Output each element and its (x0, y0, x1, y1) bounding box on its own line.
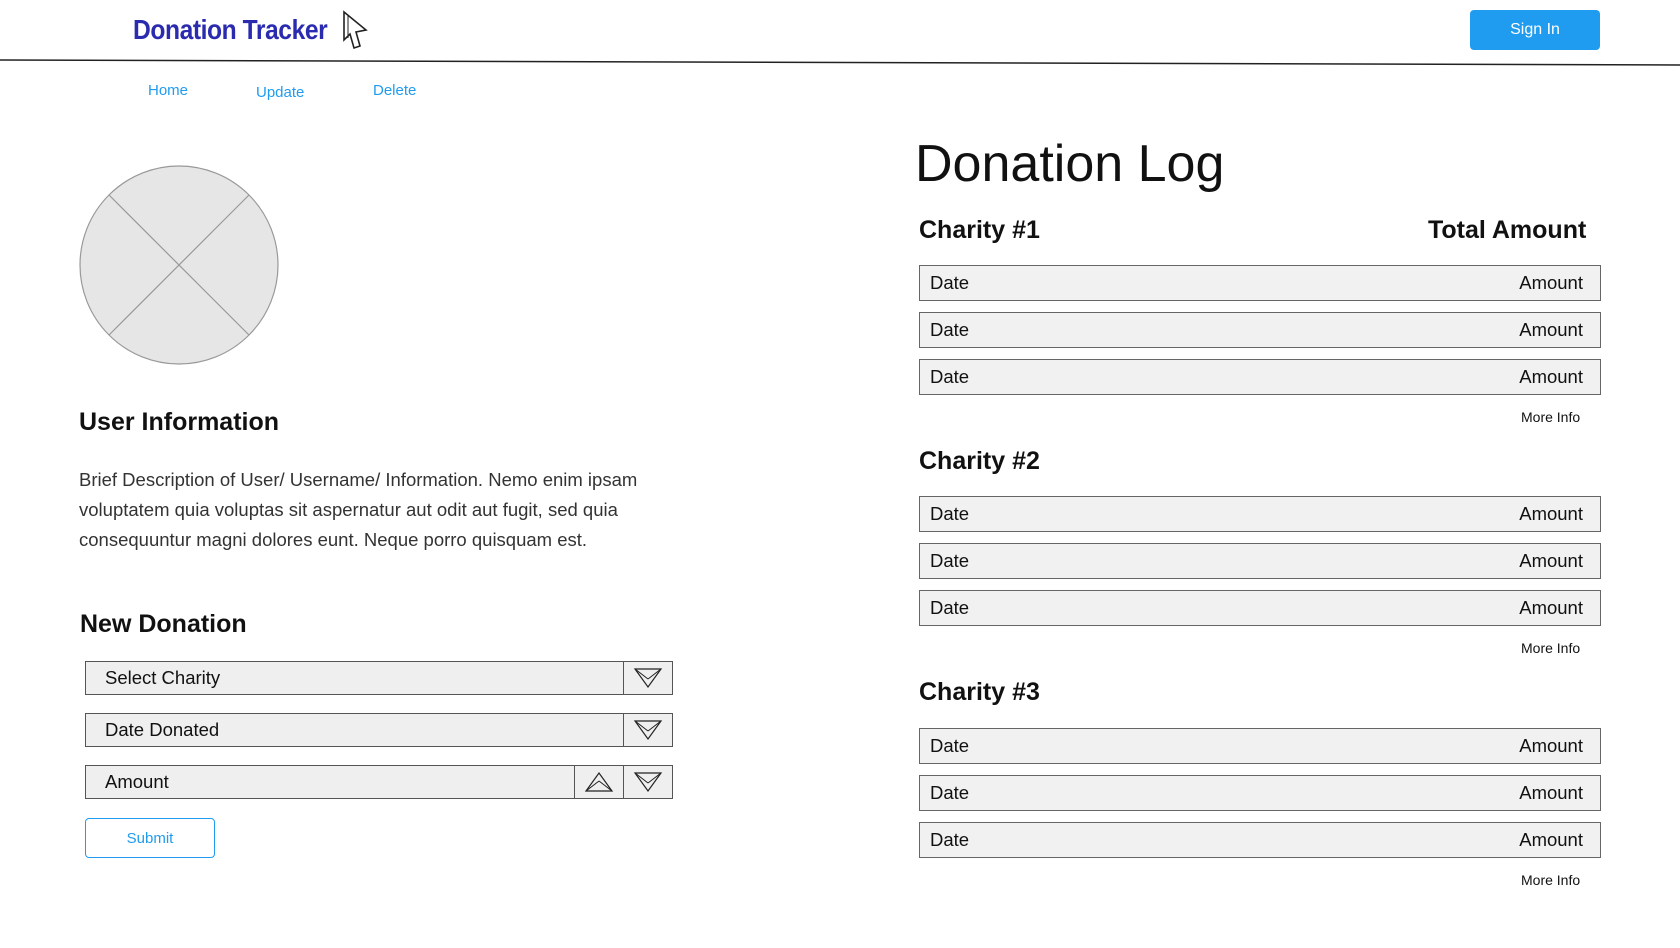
new-donation-heading: New Donation (80, 610, 247, 638)
chevron-down-icon (633, 720, 663, 741)
log-amount: Amount (1519, 272, 1583, 293)
nav-home[interactable]: Home (148, 82, 188, 99)
log-row: Date Amount (919, 590, 1601, 626)
log-date: Date (930, 272, 970, 293)
amount-decrement-button[interactable] (623, 766, 672, 798)
log-amount: Amount (1519, 503, 1583, 524)
log-row: Date Amount (919, 822, 1601, 858)
logo-text: Donation Tracker (133, 14, 328, 45)
sign-in-button[interactable]: Sign In (1470, 10, 1600, 50)
log-date: Date (930, 782, 970, 803)
date-donated-dropdown[interactable]: Date Donated (85, 713, 673, 747)
more-info-link[interactable]: More Info (1521, 409, 1580, 425)
log-date: Date (930, 366, 970, 387)
more-info-link[interactable]: More Info (1521, 640, 1580, 656)
nav-update[interactable]: Update (256, 84, 304, 101)
logo[interactable]: Donation Tracker (133, 10, 370, 50)
chevron-up-icon (584, 771, 614, 792)
more-info-link[interactable]: More Info (1521, 872, 1580, 888)
log-amount: Amount (1519, 597, 1583, 618)
log-date: Date (930, 503, 970, 524)
log-amount: Amount (1519, 782, 1583, 803)
select-charity-dropdown[interactable]: Select Charity (85, 661, 673, 695)
log-row: Date Amount (919, 265, 1601, 301)
log-amount: Amount (1519, 829, 1583, 850)
chevron-down-icon (633, 668, 663, 689)
log-row: Date Amount (919, 312, 1601, 348)
log-row: Date Amount (919, 359, 1601, 395)
log-row: Date Amount (919, 728, 1601, 764)
select-charity-label: Select Charity (105, 667, 221, 688)
log-amount: Amount (1519, 366, 1583, 387)
date-donated-toggle[interactable] (623, 714, 672, 746)
log-amount: Amount (1519, 550, 1583, 571)
log-row: Date Amount (919, 496, 1601, 532)
avatar (79, 165, 279, 365)
date-donated-label: Date Donated (105, 719, 220, 740)
donation-log-title: Donation Log (915, 135, 1225, 193)
amount-stepper[interactable]: Amount (85, 765, 673, 799)
user-info-heading: User Information (79, 408, 280, 436)
submit-button[interactable]: Submit (85, 818, 215, 858)
user-description: Brief Description of User/ Username/ Inf… (79, 469, 638, 550)
log-row: Date Amount (919, 543, 1601, 579)
total-amount-heading: Total Amount (1428, 216, 1587, 244)
log-date: Date (930, 597, 970, 618)
charity-heading: Charity #3 (919, 678, 1040, 706)
select-charity-toggle[interactable] (623, 662, 672, 694)
log-amount: Amount (1519, 735, 1583, 756)
chevron-down-icon (633, 772, 663, 793)
cursor-logo-icon (342, 10, 368, 50)
log-date: Date (930, 319, 970, 340)
log-date: Date (930, 735, 970, 756)
nav-delete[interactable]: Delete (373, 82, 416, 99)
log-date: Date (930, 829, 970, 850)
amount-increment-button[interactable] (574, 766, 623, 798)
log-row: Date Amount (919, 775, 1601, 811)
charity-heading: Charity #2 (919, 447, 1040, 475)
charity-heading: Charity #1 (919, 216, 1040, 244)
log-amount: Amount (1519, 319, 1583, 340)
log-date: Date (930, 550, 970, 571)
amount-label: Amount (105, 771, 169, 792)
